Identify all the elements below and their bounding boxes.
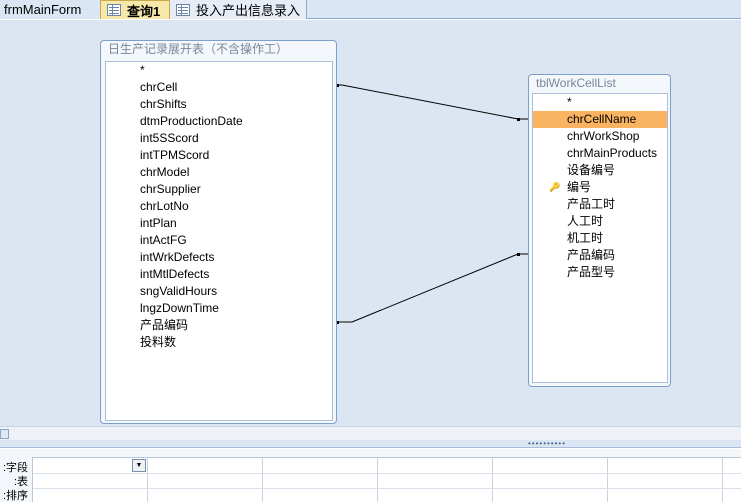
grid-row-line — [33, 488, 741, 489]
tab-frmmainform[interactable]: frmMainForm — [0, 0, 100, 19]
tab-query1[interactable]: 查询1 — [100, 0, 170, 19]
tab-label: 投入产出信息录入 — [195, 3, 300, 18]
query-design-icon — [107, 4, 121, 16]
table-field[interactable]: 产品编码 — [140, 317, 332, 334]
grid-row-line — [33, 473, 741, 474]
horizontal-scrollbar[interactable] — [0, 426, 741, 440]
pane-splitter[interactable]: •••••••••• — [0, 440, 741, 448]
table-field[interactable]: * — [533, 94, 667, 111]
tab-label: 查询1 — [127, 3, 161, 19]
grid-column[interactable] — [608, 458, 723, 502]
row-label-table: 表: — [13, 476, 28, 488]
table-field[interactable]: dtmProductionDate — [140, 113, 332, 130]
table-field[interactable]: chrSupplier — [140, 181, 332, 198]
table-title: tblWorkCellList — [536, 76, 616, 90]
grid-row-labels: 字段: 表: 排序: — [0, 461, 32, 502]
field-list[interactable]: * chrCellName chrWorkShop chrMainProducts 设备… — [532, 93, 668, 383]
row-label-field: 字段: — [2, 462, 28, 474]
table-field[interactable]: 产品工时 — [533, 196, 667, 213]
table-field[interactable]: intTPMScord — [140, 147, 332, 164]
table-field[interactable]: chrMainProducts — [533, 145, 667, 162]
field-list[interactable]: * chrCell chrShifts dtmProductionDate int5SS… — [105, 61, 333, 421]
table-field[interactable]: 产品型号 — [533, 264, 667, 281]
scroll-thumb[interactable] — [0, 429, 9, 439]
tab-input-output-entry[interactable]: 投入产出信息录入 — [170, 0, 307, 19]
table-field[interactable]: chrWorkShop — [533, 128, 667, 145]
document-tab-bar: frmMainForm 查询1 投入产出信息录入 — [0, 0, 741, 19]
field-cell[interactable]: ▼ — [33, 458, 148, 473]
grid-column[interactable] — [263, 458, 378, 502]
table-field[interactable]: chrModel — [140, 164, 332, 181]
table-field[interactable]: chrCellName — [533, 111, 667, 128]
splitter-grip[interactable]: •••••••••• — [528, 440, 566, 448]
table-field[interactable]: 投料数 — [140, 334, 332, 351]
design-grid[interactable]: ▼ — [32, 457, 741, 502]
row-label-sort: 排序: — [2, 490, 28, 502]
table-field[interactable]: int5SScord — [140, 130, 332, 147]
table-field[interactable]: chrShifts — [140, 96, 332, 113]
query-design-pane[interactable]: 日生产记录展开表（不含操作工） * chrCell chrShifts dtmProd… — [0, 20, 741, 426]
table-field[interactable]: sngValidHours — [140, 283, 332, 300]
table-field[interactable]: intActFG — [140, 232, 332, 249]
primary-key-icon: 🔑 — [549, 182, 561, 192]
table-daily-production[interactable]: 日生产记录展开表（不含操作工） * chrCell chrShifts dtmProd… — [100, 40, 337, 424]
table-field[interactable]: 🔑 编号 — [533, 179, 667, 196]
table-field[interactable]: 产品编码 — [533, 247, 667, 264]
grid-column[interactable] — [493, 458, 608, 502]
table-field[interactable]: intWrkDefects — [140, 249, 332, 266]
field-label: 编号 — [567, 180, 592, 194]
table-field[interactable]: * — [140, 62, 332, 79]
table-field[interactable]: intMtlDefects — [140, 266, 332, 283]
query-grid: 字段: 表: 排序: ▼ — [0, 449, 741, 502]
table-field[interactable]: 人工时 — [533, 213, 667, 230]
table-title: 日生产记录展开表（不含操作工） — [108, 42, 289, 56]
grid-column[interactable] — [148, 458, 263, 502]
table-field[interactable]: 设备编号 — [533, 162, 667, 179]
table-field[interactable]: 机工时 — [533, 230, 667, 247]
table-field[interactable]: chrLotNo — [140, 198, 332, 215]
table-field[interactable]: intPlan — [140, 215, 332, 232]
dropdown-arrow-icon[interactable]: ▼ — [132, 459, 146, 472]
form-icon — [176, 3, 190, 16]
table-field[interactable]: chrCell — [140, 79, 332, 96]
grid-column[interactable] — [378, 458, 493, 502]
table-workcelllist[interactable]: tblWorkCellList * chrCellName chrWorkShop c… — [528, 74, 671, 387]
tab-label: frmMainForm — [4, 2, 82, 17]
table-field[interactable]: lngzDownTime — [140, 300, 332, 317]
